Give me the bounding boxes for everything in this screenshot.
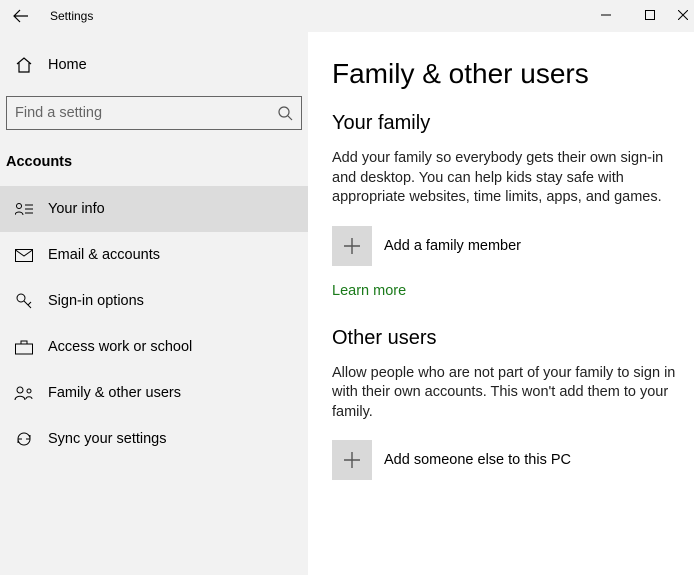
- plus-box: [332, 226, 372, 266]
- nav-label: Sync your settings: [48, 431, 166, 447]
- add-other-user-button[interactable]: Add someone else to this PC: [332, 440, 694, 480]
- nav-label: Family & other users: [48, 385, 181, 401]
- plus-icon: [343, 451, 361, 469]
- nav-sync-settings[interactable]: Sync your settings: [0, 416, 308, 462]
- app-title: Settings: [50, 9, 93, 23]
- nav-label: Sign-in options: [48, 293, 144, 309]
- person-card-icon: [14, 202, 34, 216]
- back-button[interactable]: [0, 0, 42, 32]
- add-family-label: Add a family member: [384, 238, 521, 254]
- page-title: Family & other users: [332, 58, 694, 90]
- home-label: Home: [48, 57, 87, 73]
- others-section-title: Other users: [332, 327, 694, 350]
- add-family-member-button[interactable]: Add a family member: [332, 226, 694, 266]
- others-description: Allow people who are not part of your fa…: [332, 364, 694, 423]
- mail-icon: [14, 249, 34, 262]
- family-section-title: Your family: [332, 112, 694, 135]
- main-content: Family & other users Your family Add you…: [308, 32, 694, 575]
- add-other-label: Add someone else to this PC: [384, 452, 571, 468]
- title-bar: Settings: [0, 0, 694, 32]
- search-icon: [277, 105, 293, 121]
- nav-signin-options[interactable]: Sign-in options: [0, 278, 308, 324]
- nav-your-info[interactable]: Your info: [0, 186, 308, 232]
- minimize-icon: [601, 10, 611, 20]
- family-description: Add your family so everybody gets their …: [332, 149, 694, 208]
- search-box[interactable]: [6, 96, 302, 130]
- nav-label: Access work or school: [48, 339, 192, 355]
- window-controls: [584, 0, 694, 30]
- search-input[interactable]: [15, 105, 277, 121]
- category-header: Accounts: [0, 146, 308, 186]
- plus-box: [332, 440, 372, 480]
- nav-label: Email & accounts: [48, 247, 160, 263]
- arrow-left-icon: [13, 8, 29, 24]
- nav-email-accounts[interactable]: Email & accounts: [0, 232, 308, 278]
- sync-icon: [14, 430, 34, 448]
- maximize-icon: [645, 10, 655, 20]
- close-icon: [678, 10, 688, 20]
- home-nav[interactable]: Home: [0, 42, 308, 88]
- plus-icon: [343, 237, 361, 255]
- people-icon: [14, 386, 34, 401]
- learn-more-link[interactable]: Learn more: [332, 283, 406, 299]
- minimize-button[interactable]: [584, 0, 628, 30]
- maximize-button[interactable]: [628, 0, 672, 30]
- home-icon: [14, 56, 34, 74]
- close-button[interactable]: [672, 0, 694, 30]
- nav-label: Your info: [48, 201, 105, 217]
- nav-family-other-users[interactable]: Family & other users: [0, 370, 308, 416]
- key-icon: [14, 292, 34, 310]
- briefcase-icon: [14, 340, 34, 355]
- sidebar: Home Accounts Your info Email & accounts: [0, 32, 308, 575]
- nav-access-work-school[interactable]: Access work or school: [0, 324, 308, 370]
